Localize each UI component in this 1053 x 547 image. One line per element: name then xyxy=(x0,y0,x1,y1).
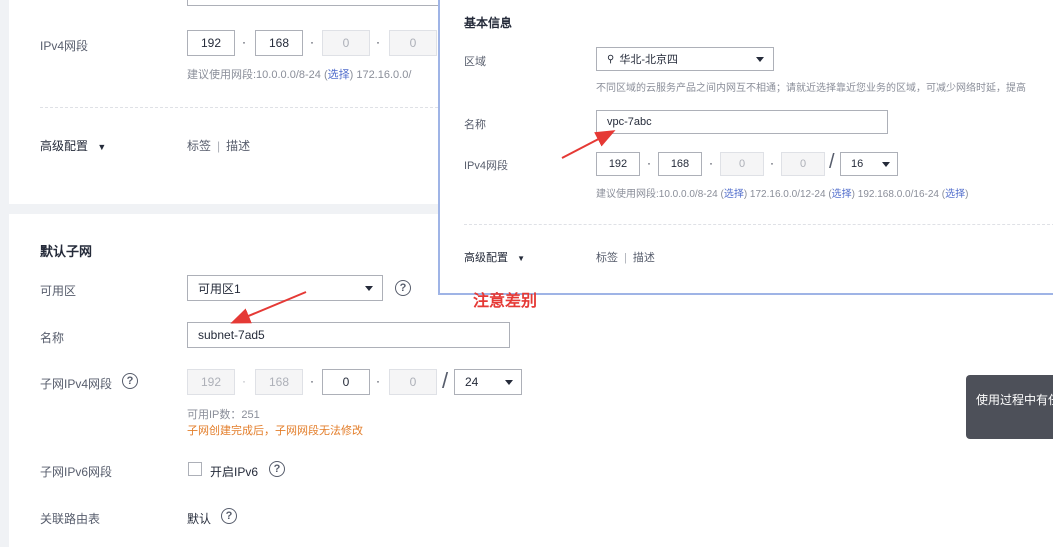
hint-select-link[interactable]: 选择 xyxy=(724,189,744,200)
advanced-config-toggle[interactable]: 高级配置 ▼ xyxy=(40,137,106,154)
overlay-region-hint: 不同区域的云服务产品之间内网互不相通；请就近选择靠近您业务的区域，可减少网络时延… xyxy=(596,83,1026,94)
overlay-octet-4[interactable]: 0 xyxy=(781,152,825,176)
overlay-section-title: 基本信息 xyxy=(464,16,513,30)
overlay-dot-2: · xyxy=(709,156,713,170)
ipv4-dot-1: · xyxy=(242,35,246,49)
overlay-mask-value: 16 xyxy=(851,158,864,170)
hint-text: ) 192.168.0.0/16-24 ( xyxy=(851,189,946,200)
chevron-down-icon xyxy=(365,286,373,291)
cidr-warning: 子网创建完成后，子网网段无法修改 xyxy=(187,425,363,437)
subnet-dot-2: · xyxy=(310,374,314,388)
description-link[interactable]: 描述 xyxy=(226,139,250,153)
subnet-section-title: 默认子网 xyxy=(40,244,93,259)
subnet-octet-3[interactable]: 0 xyxy=(322,369,370,395)
hint-select-link[interactable]: 选择 xyxy=(832,189,852,200)
advanced-config-label: 高级配置 xyxy=(40,139,89,153)
subnet-octet-1[interactable]: 192 xyxy=(187,369,235,395)
overlay-slash: / xyxy=(829,151,835,173)
ipv4-dot-3: · xyxy=(376,35,380,49)
az-value: 可用区1 xyxy=(198,281,241,296)
help-icon[interactable]: ? xyxy=(221,508,237,524)
overlay-advanced-items: 标签 | 描述 xyxy=(596,249,655,265)
hint-text: 建议使用网段:10.0.0.0/8-24 ( xyxy=(596,189,724,200)
subnet-dot-1: · xyxy=(242,374,246,388)
tags-link[interactable]: 标签 xyxy=(596,252,618,264)
subnet-mask-value: 24 xyxy=(465,375,479,389)
subnet-dot-3: · xyxy=(376,374,380,388)
ipv4-octet-2[interactable]: 168 xyxy=(255,30,303,56)
overlay-basic-info-panel: 基本信息 区域 ⚲ 华北-北京四 不同区域的云服务产品之间内网互不相通；请就近选… xyxy=(438,0,1053,295)
annotation-note: 注意差别 xyxy=(473,293,538,310)
separator: | xyxy=(624,252,627,264)
help-toast[interactable]: 使用过程中有任 xyxy=(966,375,1053,439)
separator: | xyxy=(217,139,221,153)
location-pin-icon: ⚲ xyxy=(607,53,615,65)
overlay-region-label: 区域 xyxy=(464,56,486,68)
route-table-value: 默认 xyxy=(187,512,212,526)
ipv6-label: 子网IPv6网段 xyxy=(40,465,113,479)
chevron-down-icon xyxy=(756,57,764,62)
caret-down-icon: ▼ xyxy=(517,254,525,263)
ipv6-checkbox[interactable] xyxy=(188,462,202,476)
overlay-region-value: 华北-北京四 xyxy=(619,54,678,66)
available-ip-count: 可用IP数：251 xyxy=(187,409,260,421)
description-link[interactable]: 描述 xyxy=(633,252,655,264)
ipv4-label: IPv4网段 xyxy=(40,39,89,53)
top-partial-input[interactable] xyxy=(187,0,447,6)
overlay-dot-1: · xyxy=(647,156,651,170)
chevron-down-icon xyxy=(882,162,890,167)
overlay-octet-1[interactable]: 192 xyxy=(596,152,640,176)
hint-select-link[interactable]: 选择 xyxy=(945,189,965,200)
overlay-region-select[interactable]: ⚲ 华北-北京四 xyxy=(596,47,774,71)
subnet-cidr-label-text: 子网IPv4网段 xyxy=(40,377,113,391)
subnet-octet-4[interactable]: 0 xyxy=(389,369,437,395)
overlay-name-input[interactable]: vpc-7abc xyxy=(596,110,888,134)
hint-text: ) 172.16.0.0/ xyxy=(349,69,412,81)
overlay-ipv4-hint: 建议使用网段:10.0.0.0/8-24 (选择) 172.16.0.0/12-… xyxy=(596,185,968,200)
caret-down-icon: ▼ xyxy=(97,142,107,152)
ipv6-checkbox-label[interactable]: 开启IPv6 xyxy=(210,463,258,480)
overlay-dot-3: · xyxy=(770,156,774,170)
ipv4-octet-4[interactable]: 0 xyxy=(389,30,437,56)
ipv4-dot-2: · xyxy=(310,35,314,49)
overlay-name-label: 名称 xyxy=(464,119,486,131)
overlay-advanced-label: 高级配置 xyxy=(464,252,508,264)
ipv4-octet-1[interactable]: 192 xyxy=(187,30,235,56)
hint-text: ) 172.16.0.0/12-24 ( xyxy=(743,189,832,200)
subnet-name-input[interactable]: subnet-7ad5 xyxy=(187,322,510,348)
subnet-name-label: 名称 xyxy=(40,331,65,345)
help-icon[interactable]: ? xyxy=(122,373,138,389)
hint-text: ) xyxy=(965,189,969,200)
route-table-label: 关联路由表 xyxy=(40,512,101,526)
hint-text: 建议使用网段:10.0.0.0/8-24 ( xyxy=(187,69,328,81)
overlay-octet-2[interactable]: 168 xyxy=(658,152,702,176)
ipv4-hint: 建议使用网段:10.0.0.0/8-24 (选择) 172.16.0.0/ xyxy=(187,66,411,82)
overlay-ipv4-label: IPv4网段 xyxy=(464,160,509,172)
toast-text: 使用过程中有任 xyxy=(976,393,1053,407)
help-icon[interactable]: ? xyxy=(269,461,285,477)
overlay-advanced-toggle[interactable]: 高级配置 ▼ xyxy=(464,249,525,265)
subnet-cidr-label: 子网IPv4网段 xyxy=(40,375,112,392)
chevron-down-icon xyxy=(505,380,513,385)
az-select[interactable]: 可用区1 xyxy=(187,275,383,301)
tags-link[interactable]: 标签 xyxy=(187,139,211,153)
subnet-slash: / xyxy=(442,368,449,393)
az-label: 可用区 xyxy=(40,284,77,298)
help-icon[interactable]: ? xyxy=(395,280,411,296)
overlay-octet-3[interactable]: 0 xyxy=(720,152,764,176)
advanced-items: 标签 | 描述 xyxy=(187,137,250,154)
hint-select-link[interactable]: 选择 xyxy=(328,69,350,81)
ipv4-octet-3[interactable]: 0 xyxy=(322,30,370,56)
subnet-octet-2[interactable]: 168 xyxy=(255,369,303,395)
divider xyxy=(464,224,1053,225)
